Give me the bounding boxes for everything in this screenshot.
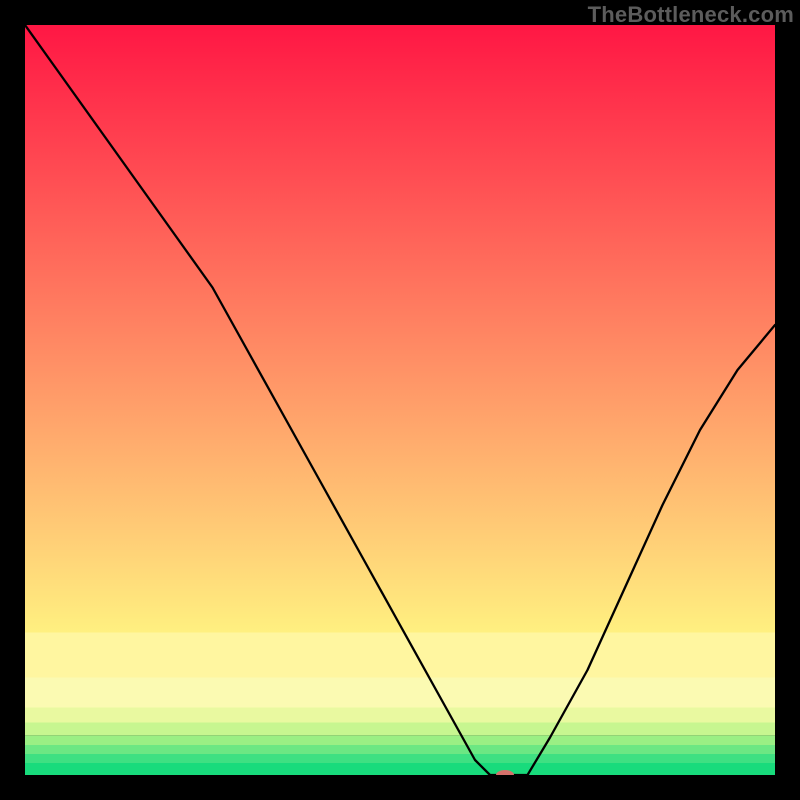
bottleneck-chart: [25, 25, 775, 775]
watermark-text: TheBottleneck.com: [588, 2, 794, 28]
chart-frame: TheBottleneck.com: [0, 0, 800, 800]
background-gradient: [25, 25, 775, 775]
